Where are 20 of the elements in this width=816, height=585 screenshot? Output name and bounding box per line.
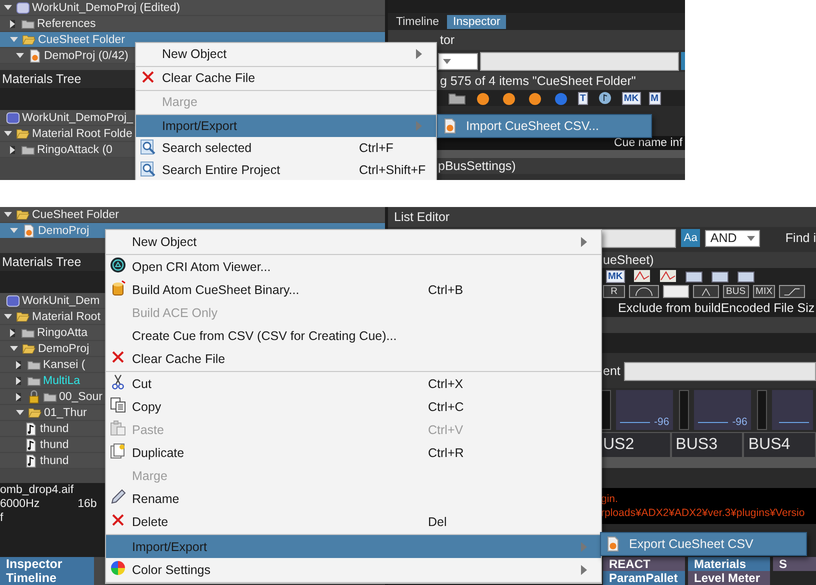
bit-depth: 16b (78, 497, 97, 511)
file-name: omb_drop4.aif (0, 483, 74, 497)
cuesheet-label: ueSheet) (603, 253, 654, 267)
bus-label: BUS3 (670, 432, 744, 458)
column-header: Cue name inf (614, 137, 682, 149)
panel-title: List Editor (394, 210, 450, 224)
sample-rate: 6000Hz (0, 497, 40, 511)
bus-label: BUS4 (743, 432, 816, 458)
field-label: ent (603, 364, 620, 378)
level-display: -96 (616, 390, 674, 430)
panel-title: tor (440, 33, 455, 47)
find-label: Find i (785, 231, 816, 245)
log-line: gin. (601, 492, 618, 506)
status-text: g 575 of 4 items "CueSheet Folder" (440, 74, 636, 88)
settings-text: pBusSettings) (438, 159, 516, 173)
column-header: Exclude from build (618, 301, 721, 315)
file-format: f (0, 511, 4, 525)
column-header: Encoded File Siz (720, 301, 816, 315)
log-line: rploads¥ADX2¥ADX2¥ver.3¥plugins¥Versio (601, 506, 805, 520)
level-display: -96 (694, 390, 752, 430)
